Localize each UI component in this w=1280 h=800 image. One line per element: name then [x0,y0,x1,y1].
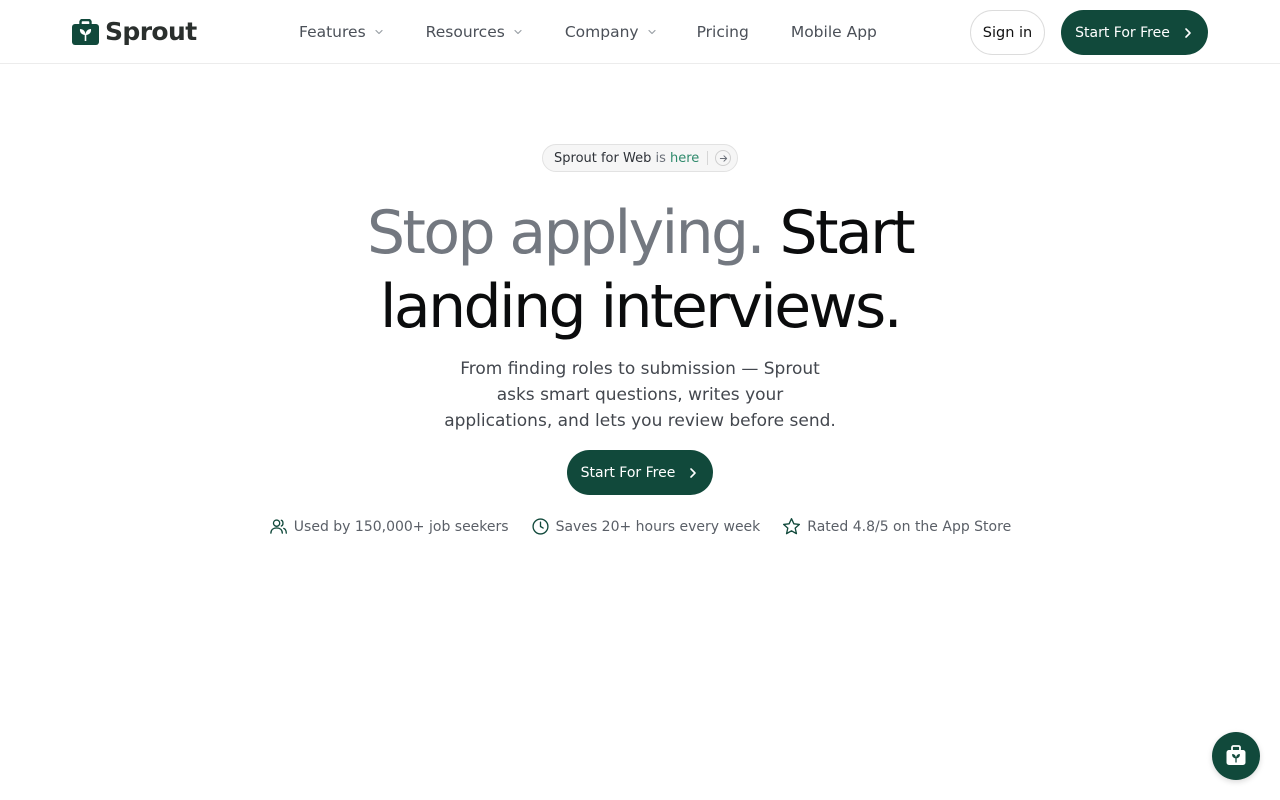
arrow-right-icon [719,154,727,162]
brand-logo[interactable]: Sprout [72,17,197,47]
social-proof-stats: Used by 150,000+ job seekers Saves 20+ h… [0,517,1280,536]
stat-users-text: Used by 150,000+ job seekers [293,518,509,535]
stat-rating-text: Rated 4.8/5 on the App Store [807,518,1012,535]
nav-pricing-label: Pricing [696,23,749,41]
stat-hours: Saves 20+ hours every week [531,517,761,536]
chevron-right-icon [1185,27,1191,38]
star-icon [783,518,801,535]
hero-headline: Stop applying. Start landing interviews. [0,196,1280,344]
announcement-text-here: here [670,150,700,166]
nav-company[interactable]: Company [565,23,657,41]
site-header: Sprout Features Resources Company Pricin… [0,0,1280,64]
start-for-free-hero-label: Start For Free [580,464,676,481]
chevron-down-icon [514,29,522,35]
nav-mobile-app-label: Mobile App [790,23,877,41]
briefcase-sprout-icon [1226,745,1246,765]
users-icon [270,519,287,534]
stat-users: Used by 150,000+ job seekers [269,517,509,536]
nav-features[interactable]: Features [299,23,384,41]
hero-subtext: From finding roles to submission — Sprou… [444,359,836,431]
stat-hours-text: Saves 20+ hours every week [555,518,761,535]
announcement-pill[interactable]: Sprout for Web is here [542,144,738,172]
brand-name: Sprout [105,17,197,46]
nav-features-label: Features [299,23,366,41]
announcement-text-part1: Sprout for [554,150,623,166]
nav-company-label: Company [564,23,639,41]
headline-dark-part1: Start [779,198,915,268]
sign-in-label: Sign in [982,24,1033,41]
start-for-free-header-button[interactable]: Start For Free [1061,10,1208,55]
nav-pricing[interactable]: Pricing [697,23,749,41]
stat-rating: Rated 4.8/5 on the App Store [782,517,1011,536]
nav-resources[interactable]: Resources [426,23,523,41]
start-for-free-label: Start For Free [1075,24,1170,41]
announcement-text-web: Web [623,150,652,166]
headline-dark-part2: landing interviews. [379,272,903,342]
chevron-right-icon [690,467,697,478]
headline-gray-part: Stop applying. [366,198,766,268]
announcement-divider [707,151,709,165]
chat-widget-button[interactable] [1212,732,1260,780]
clock-icon [532,518,549,535]
announcement-arrow-button[interactable] [715,150,732,166]
nav-mobile-app[interactable]: Mobile App [791,23,877,41]
briefcase-sprout-icon [72,19,99,45]
chevron-down-icon [375,29,383,35]
sign-in-button[interactable]: Sign in [970,10,1045,55]
chevron-down-icon [647,29,656,35]
nav-resources-label: Resources [425,23,505,41]
start-for-free-hero-button[interactable]: Start For Free [567,450,713,495]
announcement-text-is: is [651,150,670,166]
main-nav: Features Resources Company Pricing Mobil… [299,0,877,64]
